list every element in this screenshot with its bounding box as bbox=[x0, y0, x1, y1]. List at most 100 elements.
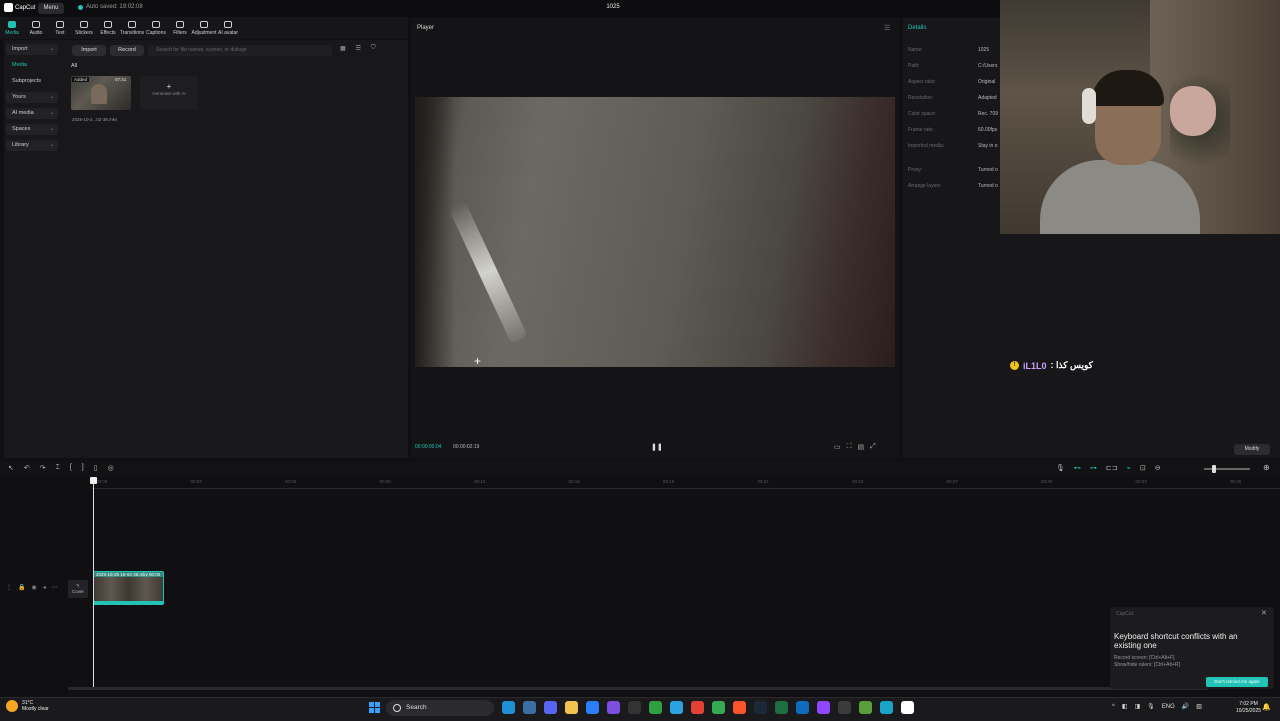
taskbar-clock[interactable]: 7:02 PM 10/25/2025 bbox=[1236, 701, 1261, 715]
tray-chevron-icon[interactable]: ^ bbox=[1112, 704, 1115, 710]
delete-icon[interactable]: ▯ bbox=[94, 464, 98, 472]
close-icon[interactable]: ✕ bbox=[1261, 609, 1267, 617]
obs-icon[interactable] bbox=[838, 701, 851, 714]
minecraft-icon[interactable] bbox=[859, 701, 872, 714]
sidebar-item-ai-media[interactable]: AI media ⌄ bbox=[6, 108, 58, 119]
video-preview[interactable] bbox=[415, 97, 895, 367]
weather-widget[interactable]: 31°C Mostly clear bbox=[6, 700, 49, 712]
track-more-icon[interactable]: ⋯ bbox=[52, 584, 58, 591]
sidebar-item-media[interactable]: Media bbox=[6, 60, 58, 71]
taskbar-search-input[interactable]: Search bbox=[386, 700, 494, 716]
tool-transitions[interactable]: Transitions bbox=[120, 17, 144, 39]
playhead-handle[interactable] bbox=[90, 477, 97, 484]
chevron-down-icon: ⌄ bbox=[49, 110, 54, 116]
split-left-icon[interactable]: [ bbox=[70, 464, 72, 472]
undo-icon[interactable]: ↶ bbox=[24, 464, 30, 472]
twitch-icon[interactable] bbox=[817, 701, 830, 714]
excel-icon[interactable] bbox=[775, 701, 788, 714]
app-purple-icon[interactable] bbox=[607, 701, 620, 714]
notification-icon[interactable]: 🔔 bbox=[1262, 703, 1271, 711]
filter-icon[interactable]: ⛉ bbox=[371, 45, 376, 52]
timeline-ruler[interactable] bbox=[92, 478, 1280, 489]
modify-button[interactable]: Modify bbox=[1234, 444, 1270, 455]
generate-with-ai-button[interactable]: + Generate with AI bbox=[140, 76, 198, 110]
crop-icon[interactable]: ⛶ bbox=[847, 443, 852, 451]
tool-effects[interactable]: Effects bbox=[96, 17, 120, 39]
zoom-in-icon[interactable]: ⊕ bbox=[1263, 463, 1270, 472]
split-icon[interactable]: ⌶ bbox=[56, 464, 60, 472]
tool-media[interactable]: Media bbox=[0, 17, 24, 39]
sidebar-item-library[interactable]: Library ⌄ bbox=[6, 140, 58, 151]
magnet-icon[interactable]: ⊷ bbox=[1074, 464, 1081, 472]
volume-icon[interactable]: 🔊 bbox=[1182, 703, 1189, 710]
notes-icon[interactable] bbox=[586, 701, 599, 714]
preview-axis-icon[interactable]: ⊏⊐ bbox=[1106, 464, 1118, 472]
capcut-icon[interactable] bbox=[901, 701, 914, 714]
cover-button[interactable]: ✎ Cover bbox=[68, 580, 88, 598]
import-button[interactable]: Import bbox=[72, 45, 106, 56]
timeline-scrollbar[interactable] bbox=[68, 687, 1208, 690]
transitions-icon bbox=[128, 20, 136, 28]
sidebar-item-spaces[interactable]: Spaces ⌄ bbox=[6, 124, 58, 135]
sidebar-item-import[interactable]: Import ⌄ bbox=[6, 44, 58, 55]
link-icon[interactable]: ⊶ bbox=[1090, 464, 1097, 472]
select-tool-icon[interactable]: ↖ bbox=[8, 464, 14, 472]
sidebar-item-subprojects[interactable]: Subprojects bbox=[6, 76, 58, 87]
tool-text[interactable]: Text bbox=[48, 17, 72, 39]
menu-button[interactable]: Menu bbox=[38, 3, 64, 14]
snap-icon[interactable]: ⌁ bbox=[1127, 464, 1131, 472]
tool-audio[interactable]: Audio bbox=[24, 17, 48, 39]
pause-button[interactable]: ❚❚ bbox=[651, 443, 663, 451]
tool-filters[interactable]: Filters bbox=[168, 17, 192, 39]
windows-start-icon[interactable] bbox=[369, 702, 381, 714]
playhead[interactable] bbox=[93, 478, 94, 688]
sort-icon[interactable]: ☰ bbox=[356, 45, 361, 52]
chrome-icon[interactable] bbox=[691, 701, 704, 714]
mic-icon[interactable]: 🎙 bbox=[1056, 464, 1065, 472]
sidebar-item-yours[interactable]: Yours ⌄ bbox=[6, 92, 58, 103]
zoom-slider[interactable] bbox=[1204, 468, 1250, 470]
chrome-alt-icon[interactable] bbox=[712, 701, 725, 714]
audio-toggle-icon[interactable]: ◂ bbox=[43, 584, 46, 591]
lock-icon[interactable]: 🔒 bbox=[18, 584, 25, 591]
tool-label: Text bbox=[55, 29, 65, 36]
redo-icon[interactable]: ↷ bbox=[40, 464, 46, 472]
zoom-slider-handle[interactable] bbox=[1212, 465, 1216, 473]
tray-app-icon[interactable]: ◧ bbox=[1122, 703, 1128, 710]
tray-app2-icon[interactable]: ◨ bbox=[1135, 703, 1141, 710]
network-icon[interactable]: ▥ bbox=[1196, 703, 1202, 710]
tool-adjustment[interactable]: Adjustment bbox=[192, 17, 217, 39]
language-indicator[interactable]: ENG bbox=[1162, 704, 1175, 710]
steam-icon[interactable] bbox=[754, 701, 767, 714]
app-blue-icon[interactable] bbox=[796, 701, 809, 714]
media-search-input[interactable]: Search for file names, scenes, or dialog… bbox=[148, 45, 332, 56]
brave-icon[interactable] bbox=[733, 701, 746, 714]
edge-icon[interactable] bbox=[502, 701, 515, 714]
explorer-icon[interactable] bbox=[565, 701, 578, 714]
xbox-icon[interactable] bbox=[649, 701, 662, 714]
tool-label: Effects bbox=[100, 29, 116, 36]
record-button[interactable]: Record bbox=[110, 45, 144, 56]
quality-icon[interactable]: ▤ bbox=[858, 443, 865, 451]
split-right-icon[interactable]: ] bbox=[82, 464, 84, 472]
track-drag-icon[interactable]: ⋮ bbox=[6, 584, 12, 591]
tool-ai-avatar[interactable]: AI avatar bbox=[216, 17, 240, 39]
marker-icon[interactable]: ◎ bbox=[108, 464, 114, 472]
telegram-icon[interactable] bbox=[670, 701, 683, 714]
fit-icon[interactable]: ⊡ bbox=[1140, 464, 1146, 472]
dont-remind-button[interactable]: Don't remind me again bbox=[1206, 677, 1268, 687]
visibility-icon[interactable]: ◉ bbox=[31, 584, 36, 591]
discord-icon[interactable] bbox=[544, 701, 557, 714]
player-menu-icon[interactable]: ☰ bbox=[884, 24, 890, 32]
app-cyan-icon[interactable] bbox=[880, 701, 893, 714]
tool-stickers[interactable]: Stickers bbox=[72, 17, 96, 39]
taskview-icon[interactable] bbox=[523, 701, 536, 714]
app-dark-icon[interactable] bbox=[628, 701, 641, 714]
tab-all[interactable]: All bbox=[71, 63, 77, 69]
tray-mic-icon[interactable]: 🎙 bbox=[1147, 703, 1155, 710]
tool-captions[interactable]: Captions bbox=[144, 17, 168, 39]
zoom-out-icon[interactable]: ⊖ bbox=[1155, 464, 1161, 472]
ratio-icon[interactable]: ▭ bbox=[834, 443, 841, 451]
fullscreen-icon[interactable]: ⤢ bbox=[870, 443, 876, 451]
view-mode-icon[interactable]: ▦ bbox=[340, 45, 346, 52]
